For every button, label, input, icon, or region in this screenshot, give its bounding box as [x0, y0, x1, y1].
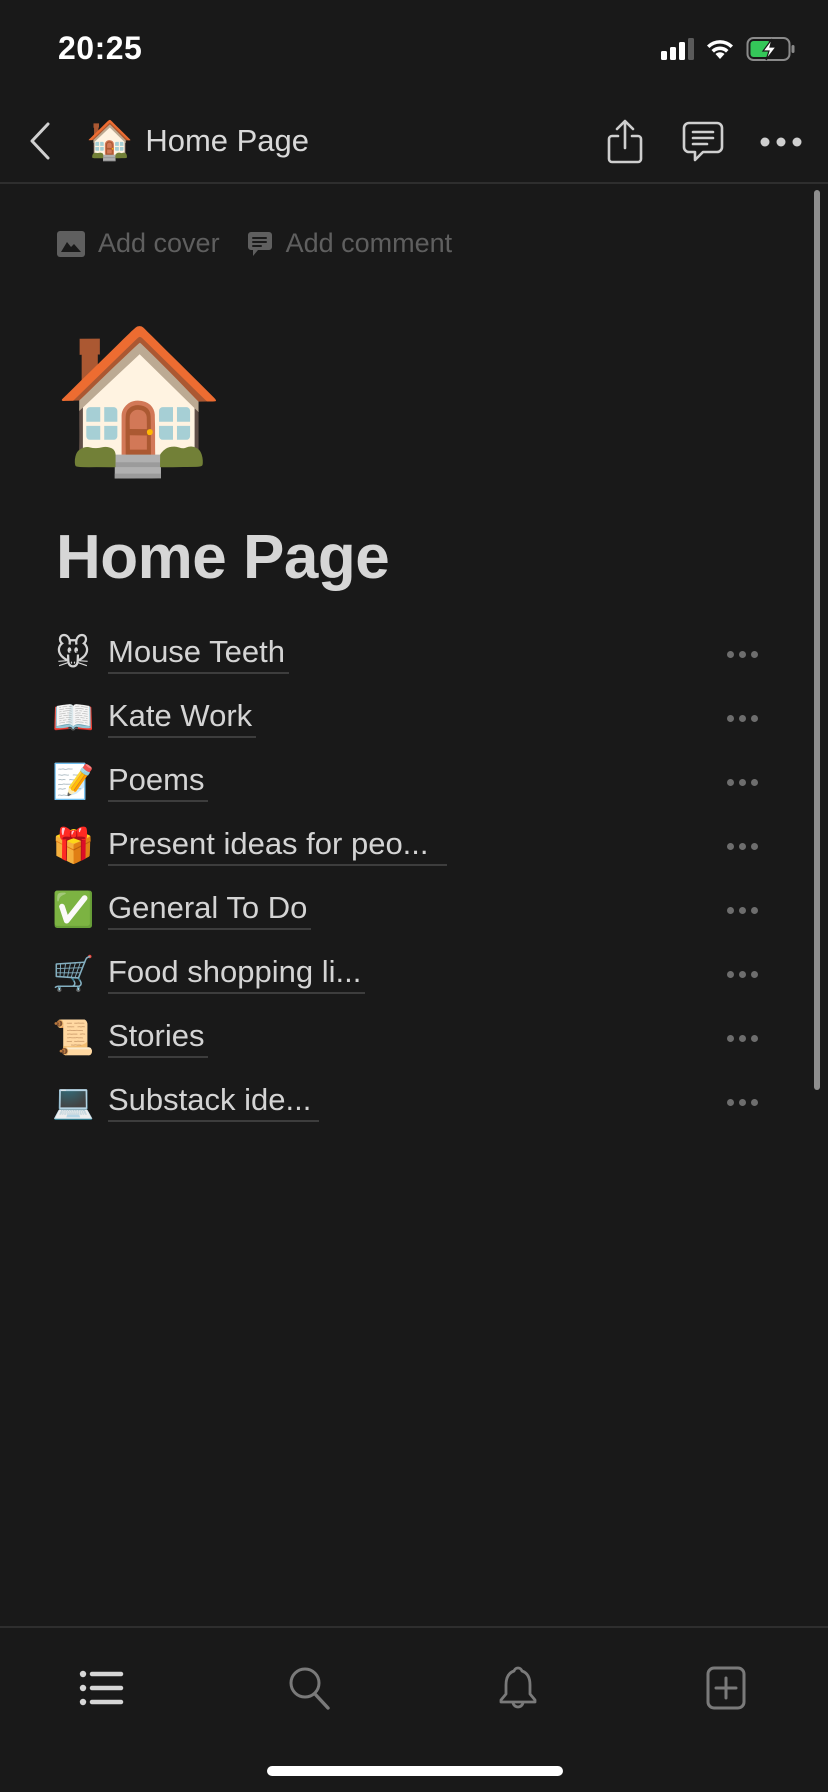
- subpage-item-poems[interactable]: 📝 Poems: [52, 750, 772, 814]
- subpage-link[interactable]: Kate Work: [108, 698, 257, 738]
- gift-icon: 🎁: [52, 827, 95, 865]
- status-icons: [661, 36, 796, 62]
- more-options-button[interactable]: [712, 698, 772, 738]
- bell-icon: [499, 1666, 537, 1709]
- cellular-signal-icon: [661, 38, 694, 60]
- memo-icon: 📝: [52, 763, 95, 801]
- more-options-button[interactable]: [712, 954, 772, 994]
- subpage-link[interactable]: Present ideas for peo...: [108, 826, 447, 866]
- status-time: 20:25: [58, 30, 143, 66]
- laptop-icon: 💻: [52, 1083, 95, 1121]
- status-bar: 20:25: [0, 0, 828, 100]
- more-options-button[interactable]: [712, 762, 772, 802]
- subpage-item-substack-ideas[interactable]: 💻 Substack ide...: [52, 1070, 772, 1134]
- subpage-link[interactable]: Poems: [108, 762, 209, 802]
- subpage-link[interactable]: Stories: [108, 1018, 209, 1058]
- add-comment-button[interactable]: Add comment: [246, 228, 453, 259]
- subpage-item-general-to-do[interactable]: ✅ General To Do: [52, 878, 772, 942]
- subpage-link[interactable]: Mouse Teeth: [108, 634, 289, 674]
- subpage-link[interactable]: Substack ide...: [108, 1082, 320, 1122]
- subpage-item-stories[interactable]: 📜 Stories: [52, 1006, 772, 1070]
- subpage-item-present-ideas[interactable]: 🎁 Present ideas for peo...: [52, 814, 772, 878]
- more-options-button[interactable]: [712, 1082, 772, 1122]
- mouse-icon: 🐭: [55, 635, 91, 673]
- search-icon: [289, 1667, 330, 1710]
- subpage-link[interactable]: General To Do: [108, 890, 312, 930]
- subpage-list: 🐭 Mouse Teeth 📖 Kate Work 📝 Poems 🎁 Pres…: [52, 622, 772, 1134]
- add-cover-label: Add cover: [98, 228, 220, 258]
- scroll-icon: 📜: [52, 1019, 95, 1057]
- nav-title-group[interactable]: 🏠 Home Page: [86, 116, 309, 166]
- tab-sidebar[interactable]: [62, 1658, 142, 1718]
- shopping-cart-icon: 🛒: [52, 955, 95, 993]
- comment-icon: [682, 121, 724, 162]
- book-icon: 📖: [52, 699, 95, 737]
- chevron-left-icon: [30, 122, 50, 160]
- nav-header: 🏠 Home Page: [0, 100, 828, 184]
- list-icon: [79, 1670, 124, 1706]
- comment-icon: [247, 231, 272, 256]
- subpage-item-mouse-teeth[interactable]: 🐭 Mouse Teeth: [52, 622, 772, 686]
- subpage-link[interactable]: Food shopping li...: [108, 954, 366, 994]
- page-title[interactable]: Home Page: [56, 522, 390, 593]
- home-indicator[interactable]: [267, 1766, 563, 1776]
- ellipsis-icon: [760, 137, 802, 147]
- more-options-button[interactable]: [712, 890, 772, 930]
- more-options-button[interactable]: [712, 826, 772, 866]
- image-icon: [57, 230, 85, 257]
- scrollbar[interactable]: [814, 190, 820, 1090]
- tab-updates[interactable]: [478, 1658, 558, 1718]
- add-comment-label: Add comment: [285, 228, 453, 258]
- subpage-item-food-shopping[interactable]: 🛒 Food shopping li...: [52, 942, 772, 1006]
- page-emoji-icon: 🏠: [86, 120, 134, 162]
- share-icon: [607, 119, 643, 164]
- more-options-button[interactable]: [750, 112, 812, 172]
- more-options-button[interactable]: [712, 634, 772, 674]
- wifi-icon: [707, 40, 733, 59]
- new-page-icon: [706, 1666, 746, 1710]
- nav-title: Home Page: [145, 123, 310, 158]
- comments-button[interactable]: [672, 112, 734, 172]
- tab-new-page[interactable]: [686, 1658, 766, 1718]
- check-mark-icon: ✅: [52, 891, 95, 929]
- battery-charging-icon: [746, 37, 795, 61]
- subpage-item-kate-work[interactable]: 📖 Kate Work: [52, 686, 772, 750]
- nav-actions: [594, 112, 812, 172]
- page-icon[interactable]: 🏠: [52, 330, 226, 470]
- add-cover-button[interactable]: Add cover: [56, 228, 220, 259]
- page-actions: Add cover Add comment: [56, 228, 452, 259]
- more-options-button[interactable]: [712, 1018, 772, 1058]
- share-button[interactable]: [594, 112, 656, 172]
- back-button[interactable]: [18, 114, 62, 168]
- tab-search[interactable]: [270, 1658, 350, 1718]
